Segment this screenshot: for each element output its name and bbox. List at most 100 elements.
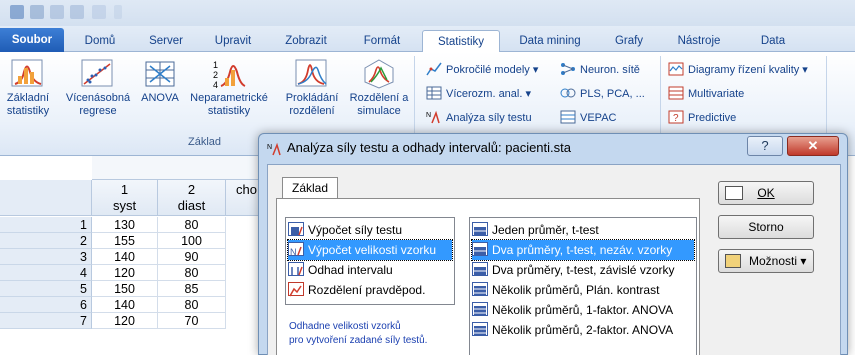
analyza-sily-testu-button[interactable]: N Analýza síly testu	[426, 108, 532, 128]
svg-text:4: 4	[213, 80, 218, 90]
list-item-dva-prumery-nezav[interactable]: Dva průměry, t-test, nezáv. vzorky	[471, 239, 695, 261]
save-icon[interactable]	[10, 5, 24, 19]
row-number[interactable]: 5	[0, 281, 92, 297]
spreadsheet[interactable]: 1 syst 2 diast cho 1 130 80 2 155 100 3 …	[0, 156, 300, 355]
cell-syst[interactable]: 150	[92, 281, 158, 297]
tab-format[interactable]: Formát	[352, 30, 412, 52]
refresh-icon[interactable]	[70, 5, 84, 19]
column-header-diast[interactable]: 2 diast	[158, 180, 226, 216]
list-item-dva-prumery-zavisle[interactable]: Dva průměry, t-test, závislé vzorky	[472, 260, 694, 280]
list-item-label: Rozdělení pravděpod.	[308, 283, 426, 297]
anova-icon	[472, 322, 488, 336]
storno-button[interactable]: Storno	[718, 215, 814, 239]
zakladni-statistiky-button[interactable]: Základní statistiky	[0, 56, 56, 118]
cell-diast[interactable]: 80	[158, 217, 226, 233]
undo-icon[interactable]	[30, 5, 44, 19]
row-number[interactable]: 1	[0, 217, 92, 233]
rozdeleni-simulace-button[interactable]: Rozdělení a simulace	[346, 56, 412, 118]
help-button[interactable]: ?	[747, 136, 783, 156]
list-item-vypocet-sily[interactable]: Výpočet síly testu	[288, 220, 452, 240]
vicenasobna-regrese-button[interactable]: Vícenásobná regrese	[60, 56, 136, 118]
power-analysis-icon: N	[267, 142, 283, 156]
analysis-type-list[interactable]: Výpočet síly testu N Výpočet velikosti vz…	[285, 217, 455, 305]
vepac-button[interactable]: VEPAC	[560, 108, 616, 128]
svg-text:1: 1	[213, 60, 218, 70]
customize-icon[interactable]	[114, 5, 122, 19]
list-item-rozdeleni-pravdepod[interactable]: Rozdělení pravděpod.	[288, 280, 452, 300]
row-number[interactable]: 2	[0, 233, 92, 249]
advanced-models-icon	[426, 62, 442, 76]
t-test-icon	[472, 262, 488, 276]
pls-pca-button[interactable]: PLS, PCA, ...	[560, 84, 645, 104]
cell-diast[interactable]: 80	[158, 265, 226, 281]
anova-icon	[472, 302, 488, 316]
vicerozm-anal-button[interactable]: Vícerozm. anal. ▾	[426, 84, 531, 104]
cell-syst[interactable]: 155	[92, 233, 158, 249]
zakladni-statistiky-label: Základní statistiky	[6, 92, 50, 117]
anova-button[interactable]: ANOVA	[140, 56, 180, 105]
neuron-site-button[interactable]: Neuron. sítě	[560, 60, 640, 80]
neparametricke-statistiky-button[interactable]: 124 Neparametrické statistiky	[182, 56, 276, 118]
options-icon	[725, 254, 741, 268]
storno-label: Storno	[748, 220, 784, 234]
list-item-odhad-intervalu[interactable]: Odhad intervalu	[288, 260, 452, 280]
cell-diast[interactable]: 80	[158, 297, 226, 313]
list-item-jeden-prumer[interactable]: Jeden průměr, t-test	[472, 220, 694, 240]
pokrocile-modely-label: Pokročilé modely ▾	[446, 64, 539, 76]
tab-server[interactable]: Server	[138, 30, 194, 52]
tab-zobrazit[interactable]: Zobrazit	[274, 30, 338, 52]
diagramy-rizeni-kvality-button[interactable]: Diagramy řízení kvality ▾	[668, 60, 808, 80]
cell-diast[interactable]: 90	[158, 249, 226, 265]
cell-syst[interactable]: 120	[92, 265, 158, 281]
multivariate-button[interactable]: Multivariate	[668, 84, 744, 104]
prokladani-rozdeleni-button[interactable]: Prokládání rozdělení	[280, 56, 344, 118]
cell-diast[interactable]: 70	[158, 313, 226, 329]
cell-syst[interactable]: 140	[92, 297, 158, 313]
tab-nastroje[interactable]: Nástroje	[668, 30, 730, 52]
svg-text:2: 2	[213, 70, 218, 80]
row-number[interactable]: 4	[0, 265, 92, 281]
power-analysis-icon: N	[426, 110, 442, 124]
ok-button[interactable]: OK	[718, 181, 814, 205]
predictive-button[interactable]: ? Predictive	[668, 108, 736, 128]
tab-soubor[interactable]: Soubor	[0, 28, 64, 52]
tab-zaklad[interactable]: Základ	[282, 177, 338, 199]
list-item-plan-kontrast[interactable]: Několik průměrů, Plán. kontrast	[472, 280, 694, 300]
row-number[interactable]: 6	[0, 297, 92, 313]
cell-syst[interactable]: 120	[92, 313, 158, 329]
test-type-list[interactable]: Jeden průměr, t-test Dva průměry, t-test…	[469, 217, 697, 355]
redo-icon[interactable]	[50, 5, 64, 19]
list-item-2-faktor-anova[interactable]: Několik průměrů, 2-faktor. ANOVA	[472, 320, 694, 340]
row-number[interactable]: 3	[0, 249, 92, 265]
column-header-corner[interactable]	[0, 180, 92, 216]
tab-upravit[interactable]: Upravit	[204, 30, 262, 52]
moznosti-button[interactable]: Možnosti ▾	[718, 249, 814, 273]
tab-data-mining[interactable]: Data mining	[508, 30, 592, 52]
list-item-label: Několik průměrů, Plán. kontrast	[492, 283, 660, 297]
list-item-label: Výpočet velikosti vzorku	[308, 243, 437, 257]
svg-text:N: N	[290, 247, 297, 257]
tab-domu[interactable]: Domů	[72, 30, 128, 52]
close-button[interactable]: ✕	[787, 136, 839, 156]
basic-statistics-icon	[10, 56, 46, 90]
neuron-site-label: Neuron. sítě	[580, 64, 640, 76]
cell-syst[interactable]: 130	[92, 217, 158, 233]
tab-data[interactable]: Data	[750, 30, 796, 52]
list-item-1-faktor-anova[interactable]: Několik průměrů, 1-faktor. ANOVA	[472, 300, 694, 320]
cell-diast[interactable]: 85	[158, 281, 226, 297]
svg-text:N: N	[267, 144, 272, 151]
rozdeleni-simulace-label: Rozdělení a simulace	[349, 92, 409, 117]
column-name: syst	[112, 198, 137, 213]
ok-label: OK	[757, 186, 775, 200]
tab-grafy[interactable]: Grafy	[604, 30, 654, 52]
cell-syst[interactable]: 140	[92, 249, 158, 265]
pls-pca-icon	[560, 86, 576, 100]
tab-statistiky[interactable]: Statistiky	[422, 30, 500, 53]
column-header-syst[interactable]: 1 syst	[92, 180, 158, 216]
print-icon[interactable]	[92, 5, 106, 19]
row-number[interactable]: 7	[0, 313, 92, 329]
probability-distribution-icon	[288, 282, 304, 297]
cell-diast[interactable]: 100	[158, 233, 226, 249]
pokrocile-modely-button[interactable]: Pokročilé modely ▾	[426, 60, 538, 80]
list-item-vypocet-velikosti-vzorku[interactable]: N Výpočet velikosti vzorku	[287, 239, 453, 261]
